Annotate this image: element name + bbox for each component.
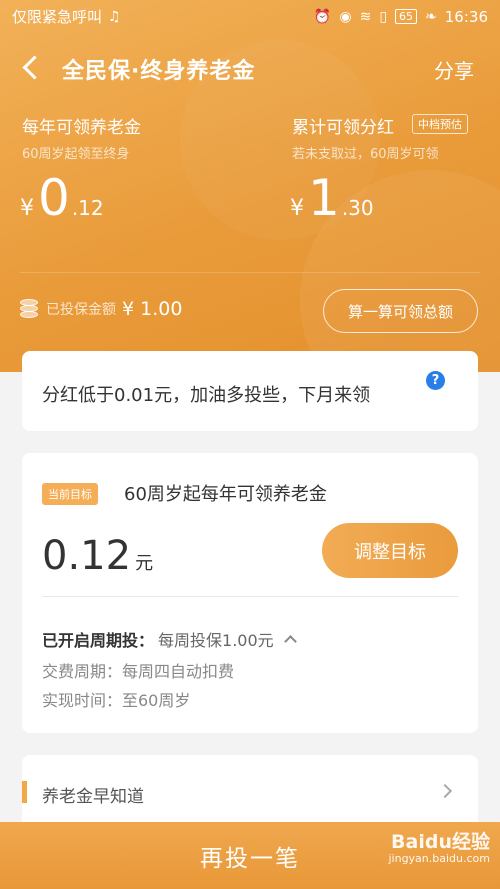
currency-symbol: ¥ (290, 196, 304, 221)
dividend-tip-card: 分红低于0.01元，加油多投些，下月来领 ? (22, 351, 478, 431)
sim-alert-icon: ▯ (379, 8, 388, 25)
insured-value: ¥ 1.00 (122, 298, 183, 320)
period-label: 已开启周期投： (42, 631, 155, 650)
knowledge-title: 养老金早知道 (42, 787, 144, 807)
watermark: Baidu经验 jingyan.baidu.com (388, 832, 490, 865)
annual-pension-amount: ¥ 0 .12 (20, 173, 104, 223)
status-bar: 仅限紧急呼叫 ♫ ⏰ ◉ ≋ ▯ 65 ❧ 16:36 (0, 0, 500, 33)
tip-text: 分红低于0.01元，加油多投些，下月来领 (42, 385, 371, 406)
page-title: 全民保·终身养老金 (62, 59, 256, 84)
goal-number: 0.12 (42, 533, 132, 579)
share-button[interactable]: 分享 (434, 55, 474, 84)
clock-time: 16:36 (444, 7, 488, 26)
goal-value: 0.12 元 (42, 533, 153, 579)
amount-integer: 0 (38, 169, 70, 227)
insured-amount: 已投保金额 ¥ 1.00 (20, 298, 182, 320)
wifi-icon: ≋ (359, 8, 372, 25)
carrier-text: 仅限紧急呼叫 (12, 8, 103, 26)
annual-pension-sub: 60周岁起领至终身 (22, 147, 130, 162)
annual-pension-label: 每年可领养老金 (22, 118, 141, 138)
battery-icon: 65 (395, 9, 418, 24)
period-value: 每周投保1.00元 (158, 631, 274, 650)
watermark-url: jingyan.baidu.com (388, 851, 490, 865)
dividend-label: 累计可领分红 (292, 118, 394, 138)
chevron-up-icon (283, 634, 297, 648)
amount-decimal: .30 (341, 196, 374, 220)
music-icon: ♫ (108, 8, 121, 25)
leaf-icon: ❧ (425, 8, 437, 25)
hero-header: 仅限紧急呼叫 ♫ ⏰ ◉ ≋ ▯ 65 ❧ 16:36 全民保·终身养老金 分享… (0, 0, 500, 372)
currency-symbol: ¥ (20, 196, 34, 221)
realize-time-text: 实现时间：至60周岁 (42, 691, 191, 710)
amount-integer: 1 (308, 169, 340, 227)
current-goal-tag: 当前目标 (42, 483, 98, 505)
chevron-right-icon (437, 783, 453, 799)
calc-total-button[interactable]: 算一算可领总额 (323, 289, 478, 333)
amount-decimal: .12 (71, 196, 104, 220)
goal-card: 当前目标 60周岁起每年可领养老金 0.12 元 调整目标 已开启周期投： 每周… (22, 453, 478, 733)
nav-bar: 全民保·终身养老金 分享 (0, 44, 500, 90)
dividend-amount: ¥ 1 .30 (290, 173, 374, 223)
insured-label: 已投保金额 (46, 302, 116, 318)
periodic-investment-toggle[interactable]: 已开启周期投： 每周投保1.00元 (42, 627, 297, 651)
goal-unit: 元 (135, 553, 154, 574)
back-icon[interactable] (20, 54, 46, 80)
coin-stack-icon (20, 299, 38, 319)
accent-bar (22, 781, 27, 803)
dividend-sub: 若未支取过，60周岁可领 (292, 147, 439, 162)
watermark-logo: Baidu经验 (391, 831, 490, 853)
divider (42, 596, 458, 597)
alarm-icon: ⏰ (313, 8, 332, 25)
divider (20, 272, 480, 273)
adjust-goal-button[interactable]: 调整目标 (322, 523, 458, 578)
estimate-badge: 中档预估 (412, 114, 468, 134)
help-icon[interactable]: ? (426, 371, 445, 390)
pay-cycle-text: 交费周期：每周四自动扣费 (42, 662, 235, 681)
goal-title: 60周岁起每年可领养老金 (124, 484, 327, 505)
eye-icon: ◉ (339, 8, 352, 25)
